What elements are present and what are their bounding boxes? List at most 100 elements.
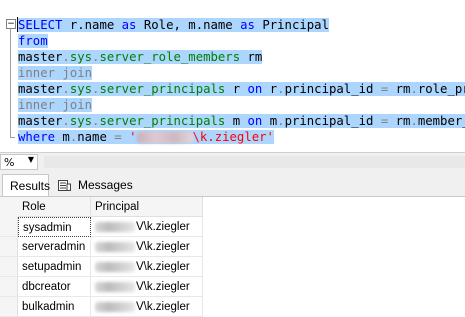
code-token: as bbox=[121, 18, 137, 32]
outline-guide-end bbox=[10, 137, 15, 138]
cell-role[interactable]: serveradmin bbox=[18, 237, 91, 257]
row-header[interactable] bbox=[0, 237, 18, 257]
code-token: inner join bbox=[18, 98, 93, 112]
code-token: . bbox=[62, 50, 70, 64]
editor-gutter: − bbox=[0, 0, 16, 152]
code-line: master.sys.server_principals m on m.prin… bbox=[18, 113, 465, 129]
results-tab-strip: Results Messages bbox=[0, 172, 465, 197]
cell-principal[interactable]: V\k.ziegler bbox=[91, 237, 203, 257]
cell-principal[interactable]: V\k.ziegler bbox=[91, 257, 203, 277]
selected-text: inner join bbox=[18, 98, 93, 112]
column-header-role[interactable]: Role bbox=[18, 197, 91, 217]
code-token: from bbox=[18, 34, 48, 48]
code-token: sys bbox=[69, 50, 93, 64]
code-token: master bbox=[18, 114, 63, 128]
code-token: rm bbox=[388, 82, 411, 96]
cell-role[interactable]: dbcreator bbox=[18, 277, 91, 297]
collapse-icon[interactable]: − bbox=[6, 19, 16, 29]
code-token: inner join bbox=[18, 66, 93, 80]
code-token: . bbox=[62, 114, 70, 128]
code-token: \k.ziegler' bbox=[192, 130, 274, 144]
code-token: sys bbox=[69, 82, 93, 96]
selected-text: where m.name = ' \k.ziegler' bbox=[18, 130, 274, 144]
redacted-text bbox=[95, 241, 135, 252]
code-token: member_pri bbox=[417, 114, 465, 128]
code-token: on bbox=[247, 114, 263, 128]
code-token: as bbox=[240, 18, 255, 32]
row-header[interactable] bbox=[0, 277, 18, 297]
code-token: m bbox=[262, 114, 278, 128]
code-token: server_role_members bbox=[99, 50, 241, 64]
selected-text: master.sys.server_principals r on r.prin… bbox=[18, 82, 465, 96]
code-token: Principal bbox=[254, 18, 329, 32]
row-header[interactable] bbox=[0, 297, 18, 317]
code-line: where m.name = ' \k.ziegler' bbox=[18, 129, 274, 145]
zoom-value: % bbox=[4, 156, 15, 169]
code-token: master bbox=[18, 50, 63, 64]
code-token: principal_id bbox=[284, 82, 381, 96]
principal-text: V\k.ziegler bbox=[136, 301, 190, 313]
cell-role[interactable]: bulkadmin bbox=[18, 297, 91, 317]
chevron-down-icon: ▼ bbox=[27, 155, 34, 164]
code-token: rm bbox=[388, 114, 411, 128]
row-header[interactable] bbox=[0, 257, 18, 277]
tab-results-label: Results bbox=[10, 179, 51, 193]
code-token: server_principals bbox=[99, 82, 226, 96]
results-grid: Role Principal sysadmin V\k.ziegler server… bbox=[0, 197, 465, 317]
redacted-text bbox=[95, 281, 135, 292]
messages-icon bbox=[58, 180, 71, 191]
principal-text: V\k.ziegler bbox=[136, 241, 190, 253]
code-line: master.sys.server_role_members rm bbox=[18, 49, 263, 65]
code-token: r bbox=[225, 82, 248, 96]
zoom-bar: % ▼ bbox=[0, 152, 465, 172]
code-token: rm bbox=[240, 50, 263, 64]
code-token: . bbox=[277, 82, 285, 96]
cell-role[interactable]: setupadmin bbox=[18, 257, 91, 277]
code-token: . bbox=[62, 82, 70, 96]
tab-results[interactable]: Results bbox=[2, 174, 51, 196]
principal-text: V\k.ziegler bbox=[136, 281, 190, 293]
cell-principal[interactable]: V\k.ziegler bbox=[91, 217, 203, 237]
code-line: master.sys.server_principals r on r.prin… bbox=[18, 81, 465, 97]
code-line: inner join bbox=[18, 65, 93, 81]
code-line: from bbox=[18, 33, 48, 49]
cell-principal[interactable]: V\k.ziegler bbox=[91, 297, 203, 317]
query-editor[interactable]: − SELECT r.name as Role, m.name as Princ… bbox=[0, 0, 465, 152]
principal-text: V\k.ziegler bbox=[136, 221, 190, 233]
code-token: . bbox=[410, 82, 418, 96]
code-token: role_princ bbox=[417, 82, 465, 96]
code-token: r bbox=[262, 82, 278, 96]
selected-text: from bbox=[18, 34, 48, 48]
code-token: SELECT bbox=[18, 18, 63, 32]
code-token: = bbox=[114, 130, 122, 144]
outline-guide bbox=[10, 29, 11, 137]
selected-text: inner join bbox=[18, 66, 93, 80]
code-token: . bbox=[410, 114, 418, 128]
cell-principal[interactable]: V\k.ziegler bbox=[91, 277, 203, 297]
code-token: ' bbox=[121, 130, 137, 144]
code-token: on bbox=[247, 82, 263, 96]
row-header[interactable] bbox=[0, 217, 18, 237]
code-token: m bbox=[55, 130, 70, 144]
code-token: where bbox=[18, 130, 56, 144]
code-token: name bbox=[77, 130, 115, 144]
code-token: r.name bbox=[62, 18, 122, 32]
code-token: Role, m.name bbox=[136, 18, 241, 32]
code-token: m bbox=[225, 114, 248, 128]
code-line: inner join bbox=[18, 97, 93, 113]
code-line: SELECT r.name as Role, m.name as Princip… bbox=[18, 17, 329, 33]
grid-corner[interactable] bbox=[0, 197, 19, 218]
code-token: . bbox=[277, 114, 285, 128]
zoom-dropdown[interactable]: % ▼ bbox=[0, 154, 38, 170]
horizontal-scrollbar[interactable] bbox=[44, 156, 465, 168]
selected-text: SELECT r.name as Role, m.name as Princip… bbox=[18, 18, 329, 32]
tab-messages-label: Messages bbox=[78, 178, 133, 192]
cell-role[interactable]: sysadmin bbox=[18, 217, 91, 237]
selected-text: master.sys.server_role_members rm bbox=[18, 50, 263, 64]
redacted-text bbox=[136, 132, 193, 143]
code-token: master bbox=[18, 82, 63, 96]
tab-messages[interactable]: Messages bbox=[56, 174, 136, 196]
code-token: server_principals bbox=[99, 114, 226, 128]
text-cursor bbox=[17, 17, 18, 32]
column-header-principal[interactable]: Principal bbox=[91, 197, 203, 217]
